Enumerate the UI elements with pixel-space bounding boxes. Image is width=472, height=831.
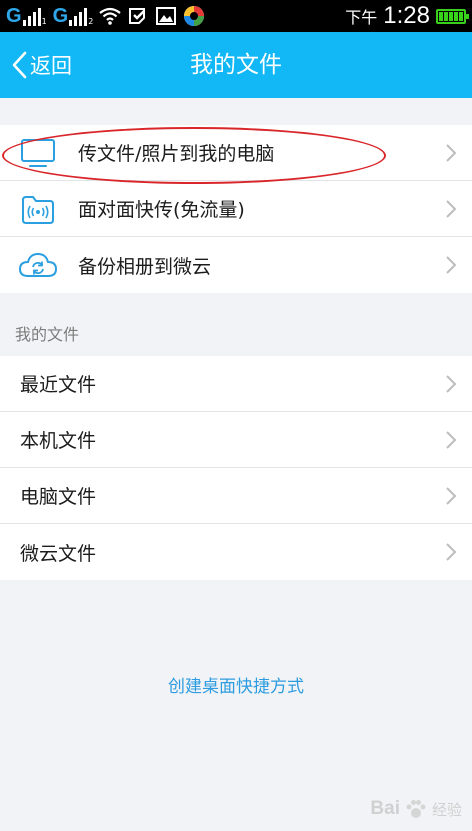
transfer-actions-list: 传文件/照片到我的电脑 面对面快传(免流量) 备份相册到微云: [0, 125, 472, 293]
list-item-computer-files[interactable]: 电脑文件: [0, 468, 472, 524]
chevron-right-icon: [446, 144, 457, 162]
list-item-transfer-to-computer[interactable]: 传文件/照片到我的电脑: [0, 125, 472, 181]
chevron-right-icon: [446, 543, 457, 561]
signal-sim1: G 1: [6, 6, 47, 26]
app-icon: [183, 5, 205, 27]
list-item-label: 备份相册到微云: [78, 255, 212, 278]
create-desktop-shortcut-link[interactable]: 创建桌面快捷方式: [0, 672, 472, 697]
cloud-sync-icon: [18, 249, 58, 281]
computer-monitor-icon: [18, 137, 58, 169]
clock: 1:28: [383, 2, 430, 29]
carrier-letter: G: [6, 5, 22, 27]
wifi-icon: [99, 5, 121, 27]
chevron-right-icon: [446, 200, 457, 218]
section-header-my-files: 我的文件: [15, 325, 80, 344]
watermark-brand: Bai: [370, 798, 400, 819]
gallery-icon: [155, 5, 177, 27]
list-item-recent-files[interactable]: 最近文件: [0, 356, 472, 412]
signal-sim2: G 2: [52, 5, 94, 27]
chevron-right-icon: [446, 256, 457, 274]
list-item-label: 面对面快传(免流量): [78, 199, 245, 221]
list-item-face-to-face[interactable]: 面对面快传(免流量): [0, 181, 472, 237]
list-item-label: 微云文件: [20, 542, 97, 565]
signal-icon: [22, 8, 41, 26]
list-item-label: 电脑文件: [20, 486, 97, 508]
chevron-right-icon: [446, 375, 457, 393]
my-files-list: 最近文件 本机文件 电脑文件 微云文件: [0, 356, 472, 580]
battery-icon: [436, 8, 469, 24]
status-bar-right: 下午 1:28: [345, 2, 469, 30]
title-bar: 返回 我的文件: [0, 32, 472, 98]
list-item-weiyun-files[interactable]: 微云文件: [0, 524, 472, 580]
carrier-letter: G: [52, 5, 69, 27]
page-title: 我的文件: [190, 52, 282, 78]
baidu-jingyan-watermark: Bai 经验: [370, 797, 462, 821]
notification-check-icon: [127, 5, 149, 27]
chevron-right-icon: [446, 487, 457, 505]
time-period: 下午: [345, 8, 378, 27]
folder-wireless-icon: [18, 193, 58, 225]
list-item-backup-album[interactable]: 备份相册到微云: [0, 237, 472, 293]
watermark-jingyan: 经验: [431, 801, 462, 819]
paw-icon: [406, 800, 426, 818]
signal-icon: [69, 8, 88, 26]
list-item-label: 最近文件: [20, 374, 97, 396]
sim-number: 1: [41, 17, 47, 26]
sim-number: 2: [88, 17, 94, 26]
status-bar-left: G 1 G 2: [6, 4, 205, 28]
list-item-label: 本机文件: [20, 430, 97, 452]
status-bar: G 1 G 2 下午 1:28: [0, 0, 472, 32]
list-item-local-files[interactable]: 本机文件: [0, 412, 472, 468]
chevron-right-icon: [446, 431, 457, 449]
list-item-label: 传文件/照片到我的电脑: [78, 143, 275, 165]
